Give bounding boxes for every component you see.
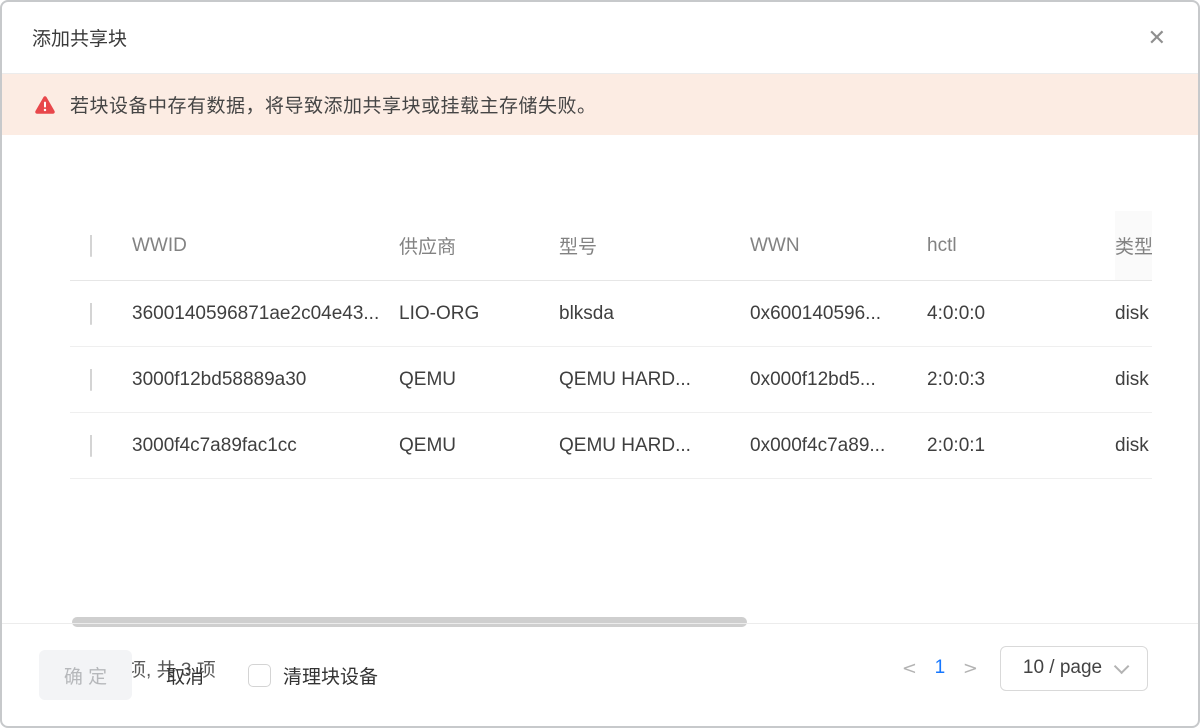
select-all-checkbox[interactable] — [90, 235, 92, 257]
cell-type: disk — [1115, 303, 1152, 325]
cell-wwn: 0x600140596... — [750, 303, 927, 325]
dialog-footer: 确 定 取消 清理块设备 — [2, 623, 1198, 726]
cell-wwn: 0x000f4c7a89... — [750, 435, 927, 457]
warning-triangle-icon — [34, 94, 56, 116]
cell-model: QEMU HARD... — [559, 369, 750, 391]
dialog-header: 添加共享块 ✕ — [2, 2, 1198, 74]
cell-type: disk — [1115, 435, 1152, 457]
cell-vendor: QEMU — [399, 369, 559, 391]
ok-button[interactable]: 确 定 — [39, 650, 132, 700]
col-header-hctl: hctl — [927, 235, 1115, 257]
cell-wwid: 3000f12bd58889a30 — [132, 369, 399, 391]
table-row[interactable]: 3600140596871ae2c04e43... LIO-ORG blksda… — [70, 281, 1152, 347]
warning-text: 若块设备中存有数据，将导致添加共享块或挂载主存储失败。 — [70, 91, 597, 118]
add-shared-block-dialog: 添加共享块 ✕ 若块设备中存有数据，将导致添加共享块或挂载主存储失败。 WWID… — [0, 0, 1200, 728]
cell-hctl: 4:0:0:0 — [927, 303, 1115, 325]
col-header-wwn: WWN — [750, 235, 927, 257]
cell-model: blksda — [559, 303, 750, 325]
cell-type: disk — [1115, 369, 1152, 391]
cell-vendor: LIO-ORG — [399, 303, 559, 325]
row-checkbox[interactable] — [90, 369, 92, 391]
cell-wwid: 3000f4c7a89fac1cc — [132, 435, 399, 457]
clean-device-checkbox[interactable] — [248, 664, 271, 687]
cell-vendor: QEMU — [399, 435, 559, 457]
table-header-row: WWID 供应商 型号 WWN hctl 类型 — [70, 211, 1152, 281]
dialog-title: 添加共享块 — [32, 24, 127, 51]
dialog-body: WWID 供应商 型号 WWN hctl 类型 3600140596871ae2… — [2, 135, 1198, 623]
table-row[interactable]: 3000f4c7a89fac1cc QEMU QEMU HARD... 0x00… — [70, 413, 1152, 479]
cell-wwn: 0x000f12bd5... — [750, 369, 927, 391]
clean-device-label[interactable]: 清理块设备 — [283, 662, 378, 689]
col-header-vendor: 供应商 — [399, 232, 559, 259]
device-table: WWID 供应商 型号 WWN hctl 类型 3600140596871ae2… — [70, 211, 1152, 479]
cancel-button[interactable]: 取消 — [166, 662, 204, 689]
clean-device-option: 清理块设备 — [248, 662, 378, 689]
row-checkbox[interactable] — [90, 303, 92, 325]
warning-banner: 若块设备中存有数据，将导致添加共享块或挂载主存储失败。 — [2, 74, 1198, 135]
col-header-type: 类型 — [1115, 211, 1152, 280]
cell-model: QEMU HARD... — [559, 435, 750, 457]
cell-hctl: 2:0:0:3 — [927, 369, 1115, 391]
cell-wwid: 3600140596871ae2c04e43... — [132, 303, 399, 325]
table-row[interactable]: 3000f12bd58889a30 QEMU QEMU HARD... 0x00… — [70, 347, 1152, 413]
row-checkbox[interactable] — [90, 435, 92, 457]
cell-hctl: 2:0:0:1 — [927, 435, 1115, 457]
col-header-model: 型号 — [559, 232, 750, 259]
col-header-wwid: WWID — [132, 235, 399, 257]
close-icon[interactable]: ✕ — [1144, 23, 1170, 53]
